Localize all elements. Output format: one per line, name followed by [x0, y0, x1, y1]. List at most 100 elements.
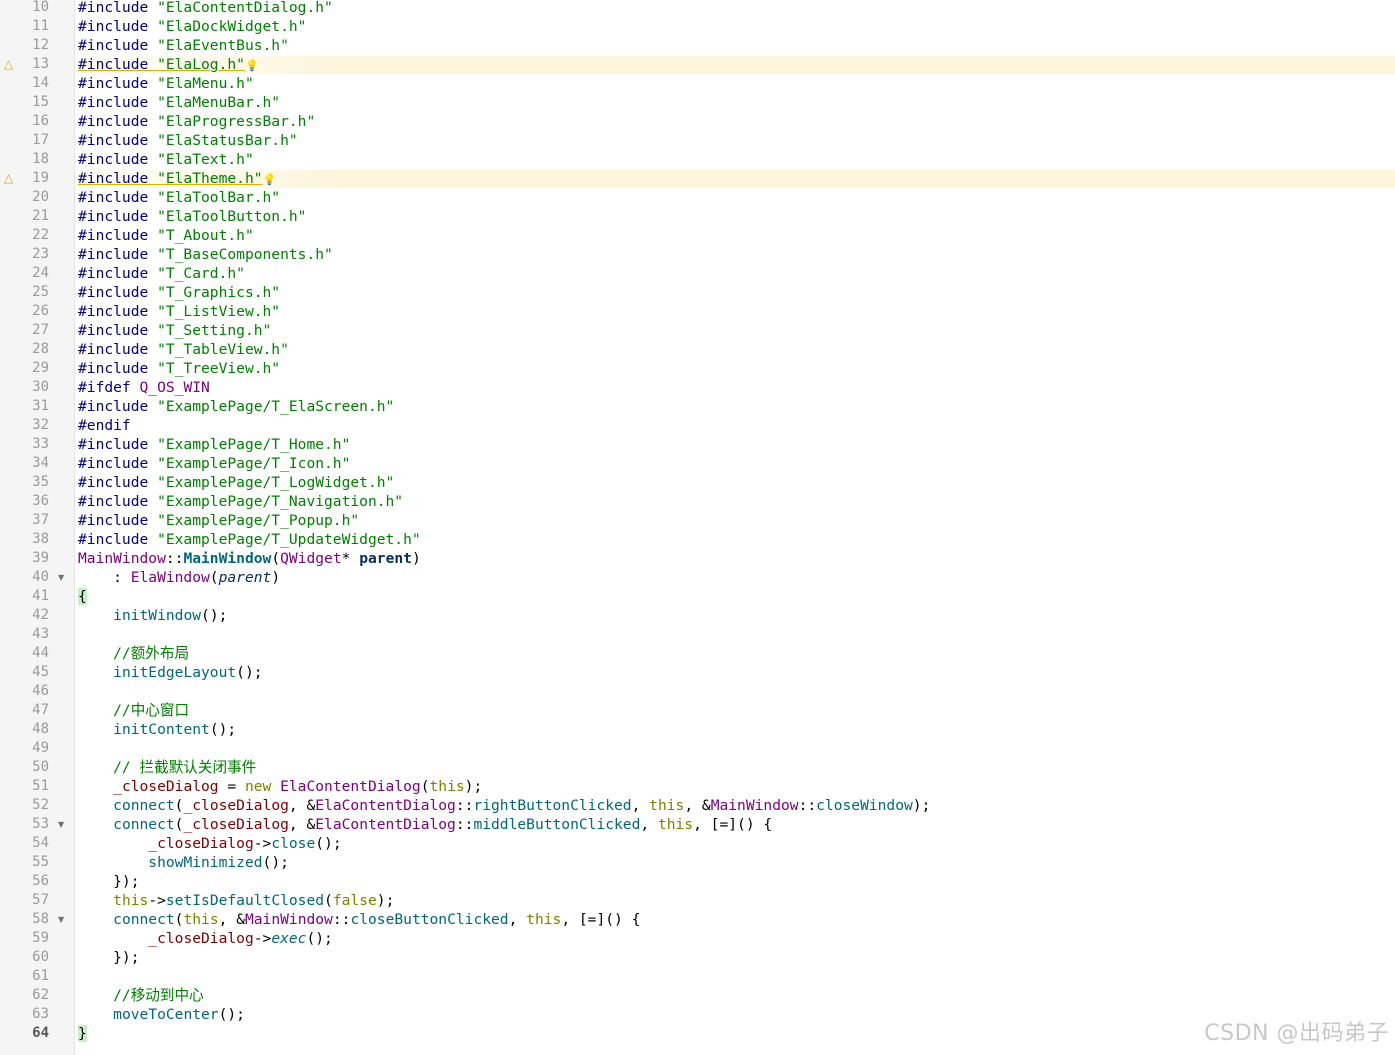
code-line[interactable]: 53 ▼ connect(_closeDialog, &ElaContentDia…: [0, 815, 1395, 834]
code-line[interactable]: 15 #include "ElaMenuBar.h": [0, 93, 1395, 112]
code-line[interactable]: 21 #include "ElaToolButton.h": [0, 207, 1395, 226]
code-line[interactable]: 31 #include "ExamplePage/T_ElaScreen.h": [0, 397, 1395, 416]
code-line[interactable]: △ 19 #include "ElaTheme.h"💡: [0, 169, 1395, 188]
line-number: 18: [32, 151, 49, 167]
code-text: // 拦截默认关闭事件: [78, 758, 256, 777]
code-line[interactable]: 22 #include "T_About.h": [0, 226, 1395, 245]
fold-toggle-icon[interactable]: ▼: [58, 568, 68, 587]
code-line[interactable]: 11 #include "ElaDockWidget.h": [0, 17, 1395, 36]
fold-toggle-icon[interactable]: ▼: [58, 910, 68, 929]
code-text: #include "ElaProgressBar.h": [78, 112, 315, 131]
code-line[interactable]: 33 #include "ExamplePage/T_Home.h": [0, 435, 1395, 454]
line-number: 61: [32, 968, 49, 984]
warning-line-highlight: [76, 56, 1395, 74]
code-line[interactable]: 27 #include "T_Setting.h": [0, 321, 1395, 340]
code-line[interactable]: 50 // 拦截默认关闭事件: [0, 758, 1395, 777]
code-line[interactable]: 34 #include "ExamplePage/T_Icon.h": [0, 454, 1395, 473]
code-text: #include "ElaToolBar.h": [78, 188, 280, 207]
lightbulb-icon[interactable]: 💡: [263, 173, 277, 186]
code-line[interactable]: 14 #include "ElaMenu.h": [0, 74, 1395, 93]
code-line[interactable]: 42 initWindow();: [0, 606, 1395, 625]
code-token: "T_TreeView.h": [157, 360, 281, 377]
code-line[interactable]: 62 //移动到中心: [0, 986, 1395, 1005]
code-line[interactable]: 24 #include "T_Card.h": [0, 264, 1395, 283]
code-token: showMinimized: [148, 854, 263, 871]
code-line[interactable]: 40 ▼ : ElaWindow(parent): [0, 568, 1395, 587]
code-line[interactable]: 41 {: [0, 587, 1395, 606]
code-token: ::: [798, 797, 817, 814]
lightbulb-icon[interactable]: 💡: [245, 59, 259, 72]
code-line[interactable]: 25 #include "T_Graphics.h": [0, 283, 1395, 302]
line-number: 37: [32, 512, 49, 528]
code-line[interactable]: 64}: [0, 1024, 1395, 1043]
code-line[interactable]: 59 _closeDialog->exec();: [0, 929, 1395, 948]
code-line[interactable]: 16 #include "ElaProgressBar.h": [0, 112, 1395, 131]
code-line[interactable]: 37 #include "ExamplePage/T_Popup.h": [0, 511, 1395, 530]
code-token: #include: [78, 341, 158, 358]
code-line[interactable]: 35 #include "ExamplePage/T_LogWidget.h": [0, 473, 1395, 492]
code-token: //移动到中心: [78, 987, 204, 1004]
code-line[interactable]: △ 13 #include "ElaLog.h"💡: [0, 55, 1395, 74]
code-editor[interactable]: 10 #include "ElaContentDialog.h" 11 #includ…: [0, 0, 1395, 1055]
code-line[interactable]: 55 showMinimized();: [0, 853, 1395, 872]
code-token: _closeDialog: [148, 930, 254, 947]
code-token: //中心窗口: [78, 702, 190, 719]
code-line[interactable]: 38 #include "ExamplePage/T_UpdateWidget.h…: [0, 530, 1395, 549]
code-line[interactable]: 44 //额外布局: [0, 644, 1395, 663]
code-line[interactable]: 17 #include "ElaStatusBar.h": [0, 131, 1395, 150]
line-number: 15: [32, 94, 49, 110]
code-line[interactable]: 60 });: [0, 948, 1395, 967]
code-token: #include: [78, 284, 158, 301]
code-line[interactable]: 12 #include "ElaEventBus.h": [0, 36, 1395, 55]
code-line[interactable]: 20 #include "ElaToolBar.h": [0, 188, 1395, 207]
code-token: "T_About.h": [157, 227, 254, 244]
code-line[interactable]: 32 #endif: [0, 416, 1395, 435]
code-line[interactable]: 10 #include "ElaContentDialog.h": [0, 0, 1395, 17]
code-line[interactable]: 51 _closeDialog = new ElaContentDialog(t…: [0, 777, 1395, 796]
code-text: #include "T_ListView.h": [78, 302, 280, 321]
code-line[interactable]: 29 #include "T_TreeView.h": [0, 359, 1395, 378]
code-area[interactable]: 10 #include "ElaContentDialog.h" 11 #includ…: [0, 0, 1395, 1043]
code-line[interactable]: 18 #include "ElaText.h": [0, 150, 1395, 169]
code-token: #include: [78, 303, 158, 320]
code-line[interactable]: 47 //中心窗口: [0, 701, 1395, 720]
code-token: close: [271, 835, 316, 852]
code-line[interactable]: 56 });: [0, 872, 1395, 891]
code-text: #endif: [78, 416, 131, 435]
line-number: 39: [32, 550, 49, 566]
code-line[interactable]: 23 #include "T_BaseComponents.h": [0, 245, 1395, 264]
code-line[interactable]: 46: [0, 682, 1395, 701]
code-text: _closeDialog = new ElaContentDialog(this…: [78, 777, 482, 796]
fold-toggle-icon[interactable]: ▼: [58, 815, 68, 834]
code-line[interactable]: 45 initEdgeLayout();: [0, 663, 1395, 682]
line-number: 23: [32, 246, 49, 262]
code-token: ();: [209, 721, 237, 738]
code-token: #include: [78, 436, 158, 453]
code-line[interactable]: 28 #include "T_TableView.h": [0, 340, 1395, 359]
code-line[interactable]: 63 moveToCenter();: [0, 1005, 1395, 1024]
line-number: 54: [32, 835, 49, 851]
code-token: exec: [271, 930, 307, 947]
code-line[interactable]: 36 #include "ExamplePage/T_Navigation.h": [0, 492, 1395, 511]
code-text: #include "ElaMenu.h": [78, 74, 254, 93]
code-line[interactable]: 61: [0, 967, 1395, 986]
code-token: rightButtonClicked: [473, 797, 632, 814]
code-line[interactable]: 49: [0, 739, 1395, 758]
code-line[interactable]: 57 this->setIsDefaultClosed(false);: [0, 891, 1395, 910]
code-line[interactable]: 52 connect(_closeDialog, &ElaContentDial…: [0, 796, 1395, 815]
code-line[interactable]: 43: [0, 625, 1395, 644]
code-line[interactable]: 39 MainWindow::MainWindow(QWidget* parent…: [0, 549, 1395, 568]
code-token: middleButtonClicked: [473, 816, 641, 833]
code-line[interactable]: 30 #ifdef Q_OS_WIN: [0, 378, 1395, 397]
code-token: this: [183, 911, 219, 928]
code-line[interactable]: 54 _closeDialog->close();: [0, 834, 1395, 853]
code-line[interactable]: 58 ▼ connect(this, &MainWindow::closeButt…: [0, 910, 1395, 929]
code-line[interactable]: 26 #include "T_ListView.h": [0, 302, 1395, 321]
line-number: 12: [32, 37, 49, 53]
line-number: 59: [32, 930, 49, 946]
code-line[interactable]: 48 initContent();: [0, 720, 1395, 739]
code-text: #include "T_About.h": [78, 226, 254, 245]
code-token: #include: [78, 18, 158, 35]
